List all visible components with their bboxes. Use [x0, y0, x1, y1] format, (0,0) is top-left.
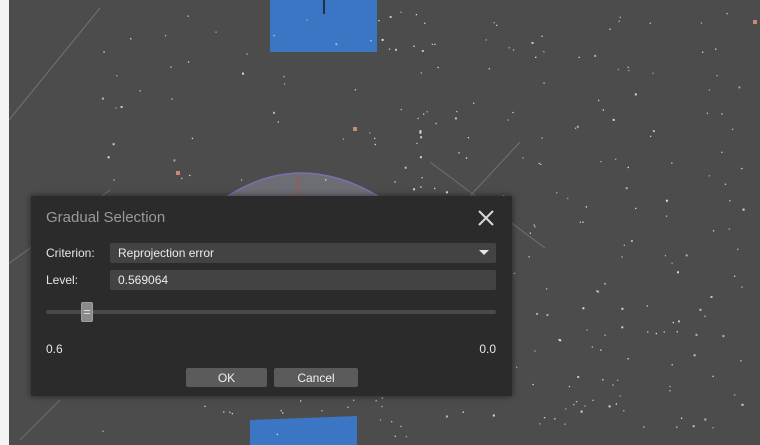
slider-min-label: 0.6	[46, 342, 63, 356]
left-window-edge	[0, 0, 9, 445]
region-sphere	[227, 172, 379, 197]
level-input[interactable]: 0.569064	[110, 270, 496, 290]
gradual-selection-dialog: Gradual Selection Criterion: Reprojectio…	[31, 196, 512, 396]
ok-button[interactable]: OK	[186, 368, 267, 387]
grip-line	[83, 313, 90, 314]
3d-viewport[interactable]: Gradual Selection Criterion: Reprojectio…	[0, 0, 760, 445]
grip-line	[83, 310, 90, 311]
criterion-value: Reprojection error	[118, 246, 215, 260]
dialog-title: Gradual Selection	[46, 209, 166, 226]
camera-plane-bottom	[250, 416, 357, 445]
close-icon[interactable]	[475, 207, 497, 229]
level-slider-track[interactable]	[46, 310, 496, 314]
chevron-down-icon	[479, 250, 489, 255]
level-slider-handle[interactable]	[80, 302, 93, 322]
criterion-dropdown[interactable]: Reprojection error	[110, 243, 496, 263]
slider-max-label: 0.0	[479, 342, 496, 356]
criterion-label: Criterion:	[46, 246, 95, 260]
cancel-button[interactable]: Cancel	[274, 368, 358, 387]
level-label: Level:	[46, 273, 79, 287]
level-value: 0.569064	[118, 273, 169, 287]
